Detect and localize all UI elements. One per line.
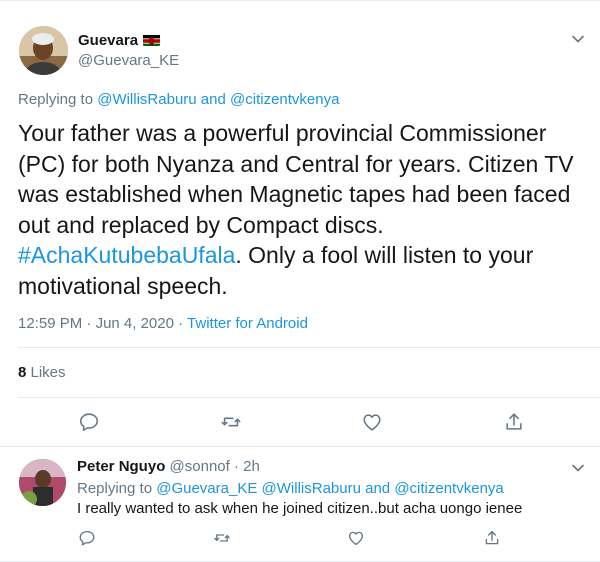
reply-author-handle[interactable]: @sonnof [165,458,230,475]
kenya-flag-icon [143,34,161,46]
retweet-icon[interactable] [213,529,231,547]
mention-link[interactable]: @WillisRaburu [97,91,196,108]
author-handle[interactable]: @Guevara_KE [78,52,179,69]
author-name[interactable]: Guevara [78,32,161,49]
mention-link[interactable]: @citizentvkenya [394,480,503,497]
mention-link[interactable]: @citizentvkenya [230,91,339,108]
like-heart-icon[interactable] [361,411,383,433]
likes-label: Likes [26,364,66,381]
reply-replying-to: Replying to @Guevara_KE @WillisRaburu an… [77,480,504,497]
tweet-time[interactable]: 12:59 PM [18,315,82,332]
avatar[interactable] [19,26,68,75]
reply-icon[interactable] [78,529,96,547]
share-icon[interactable] [503,411,525,433]
replying-prefix: Replying to [18,91,98,108]
likes-count[interactable]: 8 Likes [18,364,66,381]
reply-separator: · [229,458,244,475]
hashtag-link[interactable]: #AchaKutubebaUfala [18,242,235,268]
reply-author: Peter Nguyo @sonnof · 2h [77,458,260,475]
reply-age[interactable]: 2h [243,458,260,475]
tweet-date[interactable]: Jun 4, 2020 [96,315,174,332]
chevron-down-icon[interactable] [569,459,587,477]
mention-link[interactable]: @Guevara_KE [156,480,257,497]
reply-icon[interactable] [78,411,100,433]
reply-author-name[interactable]: Peter Nguyo [77,458,165,475]
reply-avatar[interactable] [19,459,66,506]
like-heart-icon[interactable] [347,529,365,547]
replying-and: and [196,91,231,108]
meta-separator: · [173,315,188,332]
reply-replying-prefix: Replying to [77,480,157,497]
main-tweet: Guevara @Guevara_KE Replying to @WillisR… [0,1,600,447]
mention-link[interactable]: @WillisRaburu [262,480,361,497]
chevron-down-icon[interactable] [569,30,587,48]
divider [18,397,600,398]
source-link[interactable]: Twitter for Android [187,315,308,332]
tweet-text: Your father was a powerful provincial Co… [18,118,588,301]
reply-text: I really wanted to ask when he joined ci… [77,500,523,517]
divider [18,347,600,348]
timeline-frame: Guevara @Guevara_KE Replying to @WillisR… [0,0,600,562]
share-icon[interactable] [483,529,501,547]
tweet-meta: 12:59 PM · Jun 4, 2020 · Twitter for And… [18,315,308,332]
tweet-text-body: Your father was a powerful provincial Co… [18,120,574,238]
replying-to: Replying to @WillisRaburu and @citizentv… [18,91,339,108]
retweet-icon[interactable] [220,411,242,433]
reply-replying-and: and [360,480,395,497]
meta-separator: · [82,315,96,332]
